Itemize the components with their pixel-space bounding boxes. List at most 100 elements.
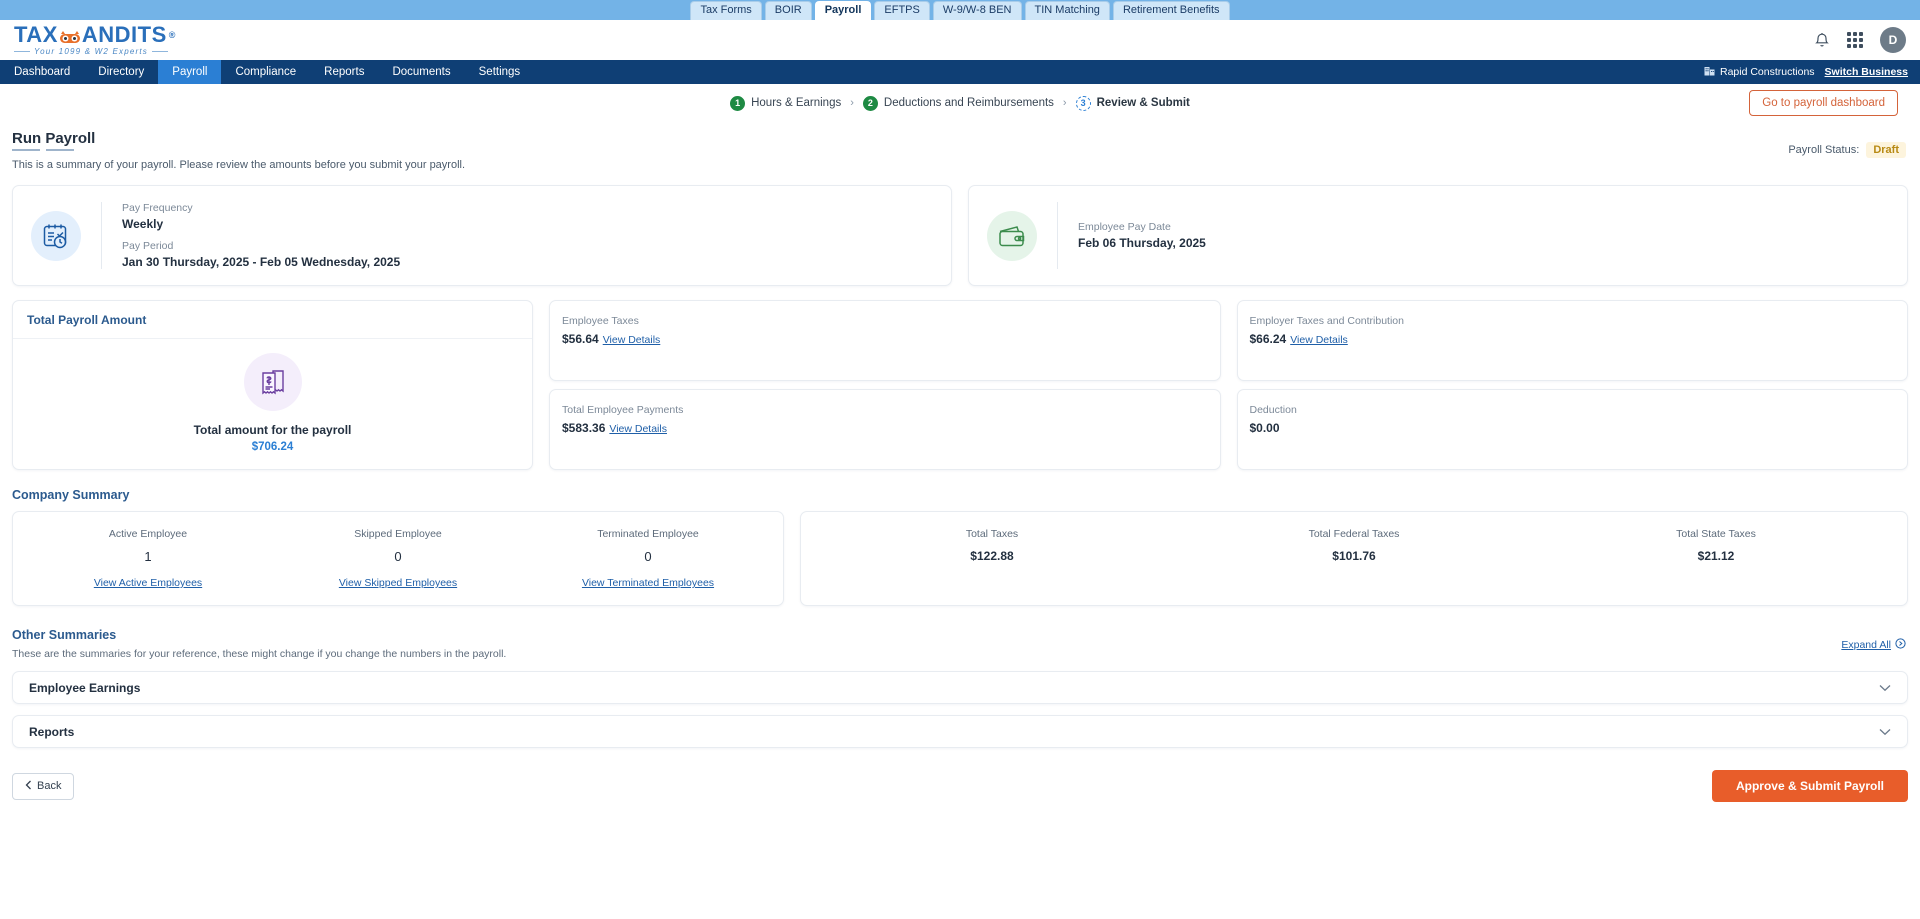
apps-grid-icon[interactable]	[1847, 32, 1863, 48]
stat-terminated-employee: Terminated Employee 0 View Terminated Em…	[523, 528, 773, 591]
total-payroll-amount-title: Total Payroll Amount	[27, 313, 147, 327]
pay-info-row: Pay Frequency Weekly Pay Period Jan 30 T…	[12, 185, 1908, 286]
step-number: 1	[730, 95, 746, 111]
accordion-employee-earnings[interactable]: Employee Earnings	[12, 671, 1908, 704]
accordion-label: Reports	[29, 724, 75, 739]
avatar[interactable]: D	[1880, 27, 1906, 53]
total-payroll-amount-value: $706.24	[251, 441, 294, 453]
current-company: Rapid Constructions	[1704, 65, 1815, 79]
brand-logo-text: TAX ANDITS ®	[14, 24, 176, 46]
employer-taxes-amount: $66.24	[1249, 332, 1287, 346]
total-employee-payments-value: $583.36 View Details	[562, 421, 1208, 435]
other-summaries-section: Other Summaries These are the summaries …	[12, 628, 1908, 748]
expand-all-label: Expand All	[1841, 639, 1891, 651]
payroll-stepper: 1 Hours & Earnings › 2 Deductions and Re…	[0, 84, 1920, 122]
nav-item-directory[interactable]: Directory	[84, 60, 158, 84]
employer-taxes-view-details-link[interactable]: View Details	[1290, 334, 1348, 346]
step-label: Review & Submit	[1096, 97, 1190, 109]
employee-taxes-amount: $56.64	[562, 332, 599, 346]
step-review-submit[interactable]: 3 Review & Submit	[1075, 95, 1190, 111]
stat-label: Total Taxes	[965, 528, 1019, 540]
main-navigation: Dashboard Directory Payroll Compliance R…	[0, 60, 1920, 84]
accordion-label: Employee Earnings	[29, 680, 141, 695]
total-employee-payments-view-details-link[interactable]: View Details	[609, 423, 667, 435]
stat-label: Total State Taxes	[1676, 528, 1756, 540]
product-tab-payroll[interactable]: Payroll	[814, 1, 872, 20]
expand-circle-icon	[1895, 638, 1906, 652]
stat-label: Total Federal Taxes	[1308, 528, 1400, 540]
owl-icon	[59, 28, 81, 43]
payroll-status-label: Payroll Status:	[1788, 144, 1860, 156]
product-tab-boir[interactable]: BOIR	[764, 1, 812, 20]
employer-taxes-card: Employer Taxes and Contribution $66.24 Vi…	[1236, 300, 1908, 381]
employee-taxes-label: Employee Taxes	[562, 315, 639, 327]
pay-period-value: Jan 30 Thursday, 2025 - Feb 05 Wednesday…	[122, 255, 401, 269]
chevron-down-icon[interactable]	[1879, 725, 1891, 739]
product-tab-tin-matching[interactable]: TIN Matching	[1024, 1, 1110, 20]
status-badge: Draft	[1866, 142, 1906, 158]
nav-item-dashboard[interactable]: Dashboard	[0, 60, 84, 84]
view-terminated-employees-link[interactable]: View Terminated Employees	[582, 577, 714, 589]
page-subtitle: This is a summary of your payroll. Pleas…	[12, 159, 466, 171]
brand-name-part1: TAX	[14, 22, 58, 47]
other-summaries-description: These are the summaries for your referen…	[12, 648, 507, 660]
step-number: 2	[862, 95, 878, 111]
stat-count: 0	[644, 549, 652, 564]
total-employee-payments-label: Total Employee Payments	[562, 404, 684, 416]
step-label: Hours & Earnings	[751, 97, 842, 109]
brand-logo[interactable]: TAX ANDITS ® Your 1099 & W2 Experts	[14, 24, 176, 56]
step-number: 3	[1075, 95, 1091, 111]
product-tab-eftps[interactable]: EFTPS	[874, 1, 930, 20]
registered-mark: ®	[168, 30, 176, 40]
stat-skipped-employee: Skipped Employee 0 View Skipped Employee…	[273, 528, 523, 591]
employee-taxes-value: $56.64 View Details	[562, 332, 1208, 346]
stat-count: 0	[394, 549, 402, 564]
product-tab-w9-w8ben[interactable]: W-9/W-8 BEN	[932, 1, 1022, 20]
view-skipped-employees-link[interactable]: View Skipped Employees	[339, 577, 457, 589]
chevron-right-icon: ›	[850, 97, 854, 109]
view-active-employees-link[interactable]: View Active Employees	[94, 577, 202, 589]
pay-frequency-value: Weekly	[122, 217, 164, 231]
nav-item-settings[interactable]: Settings	[465, 60, 535, 84]
chevron-down-icon[interactable]	[1879, 681, 1891, 695]
back-button[interactable]: Back	[12, 772, 75, 800]
switch-business-link[interactable]: Switch Business	[1825, 66, 1908, 78]
other-summaries-title: Other Summaries	[12, 628, 117, 642]
expand-all-link[interactable]: Expand All	[1841, 638, 1906, 652]
stat-active-employee: Active Employee 1 View Active Employees	[23, 528, 273, 591]
company-name: Rapid Constructions	[1720, 66, 1815, 78]
nav-item-payroll[interactable]: Payroll	[158, 60, 222, 84]
wallet-icon	[987, 210, 1037, 261]
nav-item-compliance[interactable]: Compliance	[221, 60, 310, 84]
nav-item-reports[interactable]: Reports	[310, 60, 378, 84]
deduction-label: Deduction	[1249, 404, 1297, 416]
product-tab-retirement-benefits[interactable]: Retirement Benefits	[1112, 1, 1230, 20]
product-tab-tax-forms[interactable]: Tax Forms	[690, 1, 762, 20]
accordion-reports[interactable]: Reports	[12, 715, 1908, 748]
stat-total-taxes: Total Taxes $122.88	[811, 528, 1173, 591]
employee-pay-date-value: Feb 06 Thursday, 2025	[1078, 236, 1206, 250]
totals-row: Total Payroll Amount Total amount for th…	[12, 300, 1908, 470]
employee-counts-card: Active Employee 1 View Active Employees …	[12, 511, 784, 606]
go-to-payroll-dashboard-button[interactable]: Go to payroll dashboard	[1749, 90, 1898, 116]
pay-frequency-card: Pay Frequency Weekly Pay Period Jan 30 T…	[12, 185, 952, 286]
payroll-status: Payroll Status: Draft	[1788, 142, 1906, 158]
employee-taxes-view-details-link[interactable]: View Details	[603, 334, 661, 346]
nav-item-documents[interactable]: Documents	[378, 60, 464, 84]
approve-submit-payroll-button[interactable]: Approve & Submit Payroll	[1711, 770, 1908, 802]
company-summary-title: Company Summary	[12, 488, 130, 502]
stat-label: Active Employee	[108, 528, 188, 540]
brand-tagline-text: Your 1099 & W2 Experts	[34, 47, 149, 56]
bell-icon[interactable]	[1814, 32, 1830, 49]
pay-frequency-label: Pay Frequency	[122, 202, 193, 214]
chevron-left-icon	[25, 780, 32, 793]
total-payroll-amount-card: Total Payroll Amount Total amount for th…	[12, 300, 533, 470]
total-employee-payments-amount: $583.36	[562, 421, 606, 435]
tax-totals-card: Total Taxes $122.88 Total Federal Taxes …	[800, 511, 1908, 606]
step-deductions-reimbursements[interactable]: 2 Deductions and Reimbursements	[862, 95, 1054, 111]
brand-name-part2: ANDITS	[81, 22, 167, 47]
stat-label: Skipped Employee	[354, 528, 442, 540]
step-hours-earnings[interactable]: 1 Hours & Earnings	[730, 95, 842, 111]
brand-tagline: Your 1099 & W2 Experts	[14, 47, 176, 56]
receipt-dollar-icon	[243, 353, 302, 411]
